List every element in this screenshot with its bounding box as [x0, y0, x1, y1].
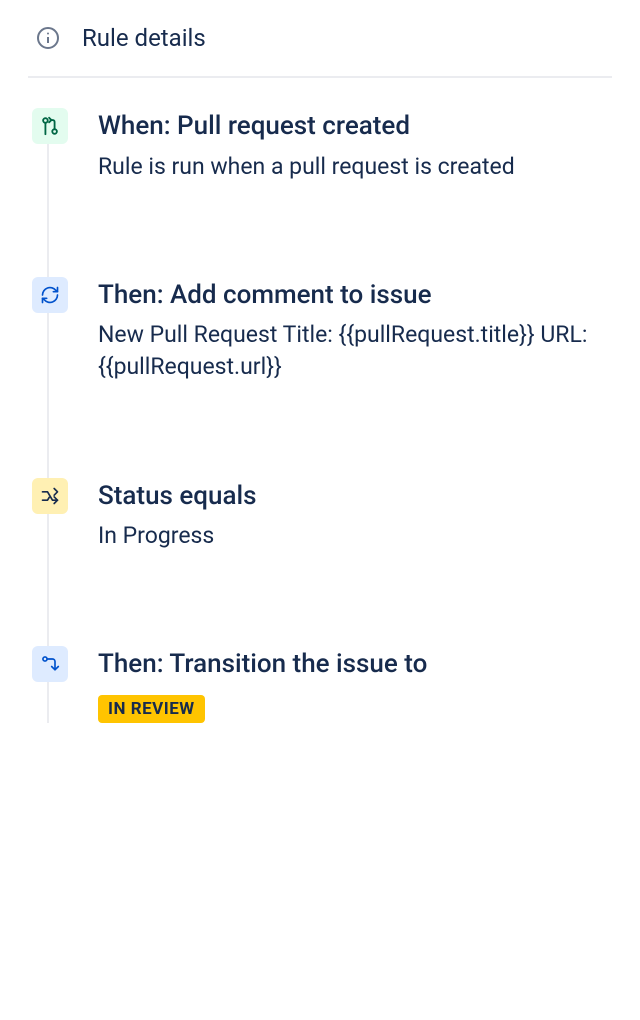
step-title: Then: Transition the issue to: [98, 648, 612, 681]
step-action-transition[interactable]: Then: Transition the issue to IN REVIEW: [68, 648, 612, 723]
status-lozenge: IN REVIEW: [98, 695, 205, 723]
step-title: When: Pull request created: [98, 110, 612, 143]
rule-flow: When: Pull request created Rule is run w…: [28, 110, 612, 723]
step-body: Rule is run when a pull request is creat…: [98, 151, 612, 183]
step-body: In Progress: [98, 520, 612, 552]
step-body: New Pull Request Title: {{pullRequest.ti…: [98, 319, 612, 383]
pull-request-icon: [32, 108, 68, 144]
step-trigger[interactable]: When: Pull request created Rule is run w…: [68, 110, 612, 183]
rule-details-title: Rule details: [82, 24, 206, 52]
shuffle-icon: [32, 478, 68, 514]
refresh-icon: [32, 277, 68, 313]
step-action-comment[interactable]: Then: Add comment to issue New Pull Requ…: [68, 279, 612, 384]
rule-details-header[interactable]: Rule details: [28, 24, 612, 78]
info-icon: [36, 26, 60, 50]
step-title: Then: Add comment to issue: [98, 279, 612, 312]
step-condition-status[interactable]: Status equals In Progress: [68, 480, 612, 553]
transition-icon: [32, 646, 68, 682]
step-title: Status equals: [98, 480, 612, 513]
step-body: IN REVIEW: [98, 689, 612, 723]
